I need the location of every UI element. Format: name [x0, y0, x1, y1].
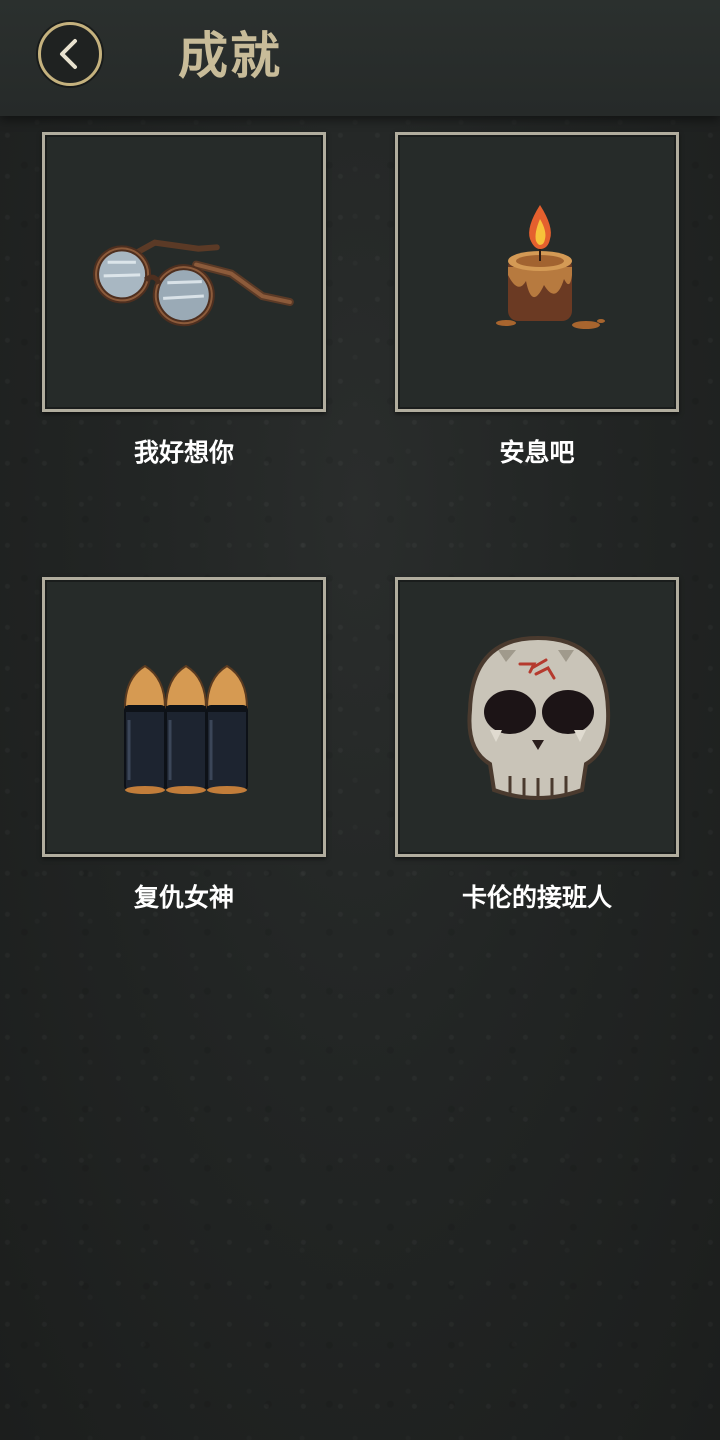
achievement-card-candle[interactable] [395, 132, 679, 412]
bullets-icon [123, 664, 249, 794]
achievement-card-skull[interactable] [395, 577, 679, 857]
achievement-label: 卡伦的接班人 [461, 883, 612, 912]
achievement-label: 我好想你 [133, 438, 234, 467]
achievement-card-bullets[interactable] [42, 577, 326, 857]
achievement-label: 安息吧 [499, 438, 575, 467]
header-bar: 成就 [0, 0, 720, 116]
skull-icon [467, 635, 611, 800]
back-button[interactable] [38, 22, 102, 86]
chevron-left-icon [60, 39, 77, 69]
glasses-icon [93, 239, 294, 327]
achievement-label: 复仇女神 [133, 883, 234, 912]
achievement-card-glasses[interactable] [42, 132, 326, 412]
candle-icon [496, 205, 605, 329]
page-title: 成就 [178, 27, 282, 85]
